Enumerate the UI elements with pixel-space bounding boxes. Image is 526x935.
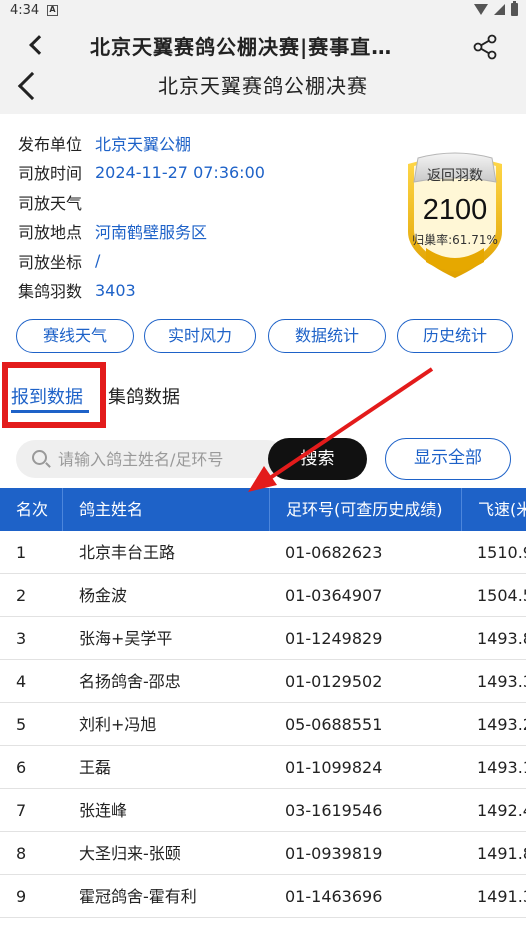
cell-speed: 1504.5 (477, 586, 526, 605)
search-button[interactable]: 搜索 (268, 438, 367, 480)
cell-ring[interactable]: 01-1463696 (269, 875, 461, 918)
info-label: 集鸽羽数 (18, 282, 83, 302)
table-row[interactable]: 6 王磊 01-1099824 1493.1 (0, 746, 526, 789)
info-row-location: 司放地点 河南鹤壁服务区 (18, 217, 265, 247)
share-icon[interactable] (472, 34, 498, 60)
status-bar: 4:34 A (0, 0, 526, 22)
table-row[interactable]: 2 杨金波 01-0364907 1504.5 (0, 574, 526, 617)
cell-speed: 1510.9 (477, 543, 526, 562)
back-icon[interactable] (29, 35, 49, 55)
info-label: 司放坐标 (18, 252, 83, 272)
table-body: 1 北京丰台王路 01-0682623 1510.9 2 杨金波 01-0364907 150… (0, 531, 526, 918)
info-row-weather: 司放天气 (18, 187, 265, 217)
cell-rank: 3 (16, 629, 27, 648)
cell-rank: 4 (16, 672, 27, 691)
system-icons (474, 1, 518, 16)
battery-icon (511, 1, 518, 16)
cell-ring[interactable]: 01-0682623 (269, 531, 461, 574)
cell-rank: 6 (16, 758, 27, 777)
badge-rate: 归巢率:61.71% (412, 233, 498, 247)
table-row[interactable]: 7 张连峰 03-1619546 1492.4 (0, 789, 526, 832)
cell-speed: 1491.3 (477, 887, 526, 906)
results-table: 名次 鸽主姓名 足环号(可查历史成绩) 飞速(米 1 北京丰台王路 01-06826… (0, 488, 526, 918)
cell-speed: 1492.4 (477, 801, 526, 820)
route-weather-button[interactable]: 赛线天气 (16, 319, 134, 353)
status-time: 4:34 (10, 3, 40, 18)
notification-a-icon: A (47, 5, 58, 16)
table-row[interactable]: 1 北京丰台王路 01-0682623 1510.9 (0, 531, 526, 574)
info-label: 司放时间 (18, 164, 83, 184)
badge-count: 2100 (422, 194, 488, 226)
cell-owner: 王磊 (79, 758, 112, 777)
cell-rank: 1 (16, 543, 27, 562)
info-value: 3403 (95, 280, 136, 300)
cell-ring[interactable]: 01-1099824 (269, 746, 461, 789)
info-value: 2024-11-27 07:36:00 (95, 162, 265, 182)
tab-collection-data[interactable]: 集鸽数据 (108, 383, 180, 409)
cell-owner: 北京丰台王路 (79, 543, 176, 562)
cell-speed: 1493.1 (477, 758, 526, 777)
table-row[interactable]: 9 霍冠鸽舍-霍有利 01-1463696 1491.3 (0, 875, 526, 918)
cell-ring[interactable]: 01-0939819 (269, 832, 461, 875)
info-row-coordinates: 司放坐标 / (18, 246, 265, 276)
cell-ring[interactable]: 03-1619546 (269, 789, 461, 832)
search-box[interactable] (16, 440, 286, 478)
data-stats-button[interactable]: 数据统计 (268, 319, 386, 353)
table-header: 名次 鸽主姓名 足环号(可查历史成绩) 飞速(米 (0, 488, 526, 531)
annotation-highlight-box (2, 362, 106, 428)
info-row-publisher: 发布单位 北京天翼公棚 (18, 128, 265, 158)
column-header-speed: 飞速(米 (461, 488, 526, 531)
signal-icon (494, 4, 505, 15)
cell-ring[interactable]: 01-1249829 (269, 617, 461, 660)
table-row[interactable]: 8 大圣归来-张颐 01-0939819 1491.8 (0, 832, 526, 875)
cell-speed: 1493.8 (477, 629, 526, 648)
info-row-release-time: 司放时间 2024-11-27 07:36:00 (18, 158, 265, 188)
info-label: 司放地点 (18, 223, 83, 243)
search-input[interactable] (58, 440, 268, 478)
page-title: 北京天翼赛鸽公棚决赛 (158, 74, 368, 98)
cell-rank: 7 (16, 801, 27, 820)
webview-title: 北京天翼赛鸽公棚决赛|赛事直… (90, 35, 393, 59)
info-row-pigeon-count: 集鸽羽数 3403 (18, 276, 265, 306)
cell-ring[interactable]: 01-0364907 (269, 574, 461, 617)
realtime-wind-button[interactable]: 实时风力 (144, 319, 256, 353)
info-value[interactable]: 北京天翼公棚 (95, 131, 191, 155)
cell-owner: 名扬鸽舍-邵忠 (79, 672, 181, 691)
cell-speed: 1491.8 (477, 844, 526, 863)
return-count-badge: 返回羽数 2100 归巢率:61.71% (404, 152, 506, 284)
info-label: 发布单位 (18, 134, 83, 154)
table-row[interactable]: 5 刘利+冯旭 05-0688551 1493.2 (0, 703, 526, 746)
search-icon (32, 450, 47, 465)
cell-speed: 1493.3 (477, 672, 526, 691)
column-header-owner: 鸽主姓名 (62, 488, 269, 531)
cell-rank: 2 (16, 586, 27, 605)
cell-owner: 张连峰 (79, 801, 128, 820)
info-value: / (95, 251, 101, 271)
column-header-rank: 名次 (16, 500, 49, 519)
wifi-icon (474, 4, 488, 15)
history-stats-button[interactable]: 历史统计 (397, 319, 513, 353)
cell-owner: 大圣归来-张颐 (79, 844, 181, 863)
cell-speed: 1493.2 (477, 715, 526, 734)
show-all-button[interactable]: 显示全部 (385, 438, 511, 480)
table-row[interactable]: 3 张海+吴学平 01-1249829 1493.8 (0, 617, 526, 660)
info-label: 司放天气 (18, 193, 83, 213)
table-row[interactable]: 4 名扬鸽舍-邵忠 01-0129502 1493.3 (0, 660, 526, 703)
cell-ring[interactable]: 01-0129502 (269, 660, 461, 703)
header: 北京天翼赛鸽公棚决赛|赛事直… 北京天翼赛鸽公棚决赛 (0, 22, 526, 114)
cell-rank: 5 (16, 715, 27, 734)
column-header-ring: 足环号(可查历史成绩) (269, 488, 461, 531)
badge-title: 返回羽数 (427, 168, 483, 184)
cell-owner: 刘利+冯旭 (79, 715, 157, 734)
cell-owner: 杨金波 (79, 586, 128, 605)
cell-owner: 张海+吴学平 (79, 629, 173, 648)
cell-rank: 8 (16, 844, 27, 863)
cell-ring[interactable]: 05-0688551 (269, 703, 461, 746)
info-value: 河南鹤壁服务区 (95, 223, 208, 243)
cell-rank: 9 (16, 887, 27, 906)
race-info: 发布单位 北京天翼公棚 司放时间 2024-11-27 07:36:00 司放天… (18, 128, 265, 305)
cell-owner: 霍冠鸽舍-霍有利 (79, 887, 197, 906)
